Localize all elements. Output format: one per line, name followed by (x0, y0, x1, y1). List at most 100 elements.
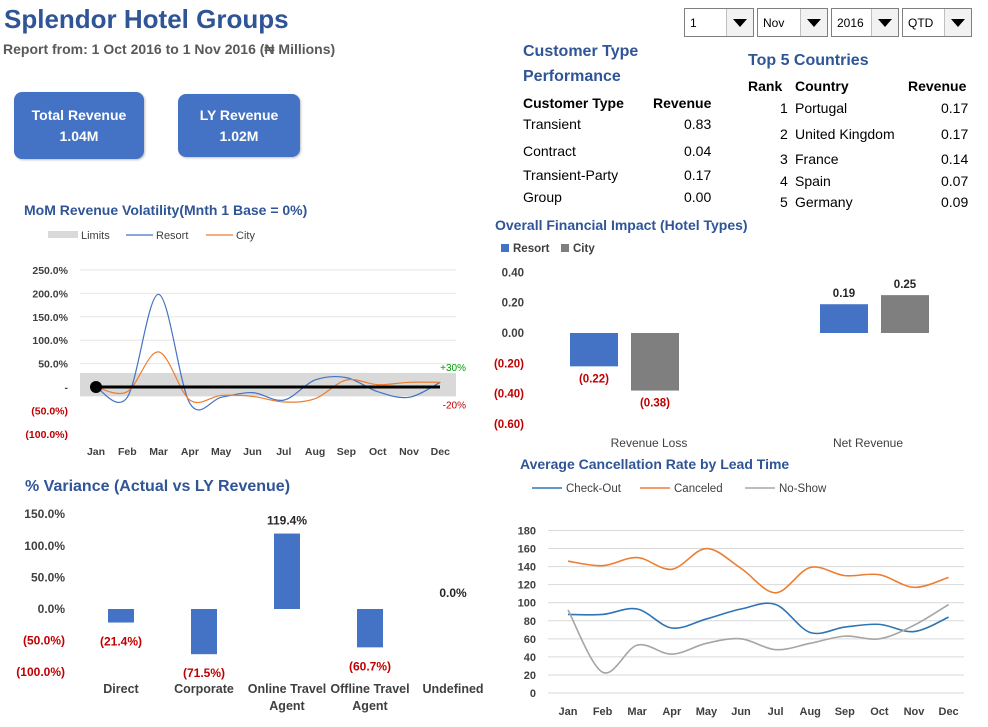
y-tick-label: 80 (524, 616, 536, 628)
y-tick-label: (100.0%) (16, 665, 65, 679)
chevron-down-icon[interactable] (726, 9, 753, 36)
limits-band (80, 372, 456, 397)
customer-type-name: Group (523, 189, 562, 205)
lower-limit-label: -20% (443, 400, 466, 411)
country-revenue: 0.07 (941, 173, 969, 189)
x-tick-label: May (696, 706, 718, 718)
legend-label: City (573, 243, 595, 255)
y-tick-label: (50.0%) (23, 634, 65, 648)
chevron-down-icon[interactable] (871, 9, 898, 36)
legend-resort-swatch (501, 244, 509, 252)
x-category-label: Online Travel (248, 682, 327, 696)
upper-limit-label: +30% (440, 363, 466, 374)
x-tick-label: Jul (276, 446, 291, 458)
x-tick-label: Apr (662, 706, 682, 718)
legend-limits-swatch (48, 231, 78, 238)
rank-col-header: Rank (748, 78, 783, 94)
legend-label: Resort (513, 243, 550, 255)
x-tick-label: Aug (305, 446, 325, 458)
day-select[interactable]: 1 (684, 8, 754, 37)
country-revenue: 0.14 (941, 151, 969, 167)
x-tick-label: Jan (559, 706, 578, 718)
bar-value-label: 0.25 (894, 279, 917, 291)
bar-value-label: 119.4% (267, 514, 307, 528)
bar-value-label: 0.19 (833, 288, 855, 300)
customer-type-title: Customer Type (523, 43, 639, 60)
year-select[interactable]: 2016 (831, 8, 899, 37)
country-name: Spain (795, 173, 831, 189)
y-tick-label: (100.0%) (25, 429, 68, 441)
period-select-value: QTD (908, 16, 934, 30)
legend-label: Check-Out (566, 483, 622, 495)
x-tick-label: Dec (431, 446, 450, 458)
report-period: Report from: 1 Oct 2016 to 1 Nov 2016 (₦… (3, 41, 336, 57)
y-tick-label: (50.0%) (31, 405, 68, 417)
x-category-label: Corporate (174, 682, 234, 696)
y-tick-label: 60 (524, 634, 536, 646)
country-rank: 4 (780, 173, 788, 189)
x-tick-label: Dec (939, 706, 959, 718)
y-tick-label: 200.0% (32, 288, 68, 300)
customer-type-revenue: 0.83 (684, 116, 712, 132)
y-tick-label: 20 (524, 670, 536, 682)
top-countries-title: Top 5 Countries (748, 52, 869, 69)
country-rank: 5 (780, 194, 788, 210)
y-tick-label: 120 (518, 580, 536, 592)
x-category-label: Agent (352, 699, 388, 713)
city-bar (631, 333, 679, 391)
chevron-down-icon[interactable] (800, 9, 827, 36)
cancellation-chart: Average Cancellation Rate by Lead Time Ch… (518, 456, 964, 718)
total-revenue-card: Total Revenue 1.04M (14, 92, 144, 159)
bar-value-label: (71.5%) (183, 666, 225, 680)
x-category-label: Agent (269, 699, 305, 713)
customer-type-title-2: Performance (523, 68, 621, 85)
customer-type-col-header: Customer Type (523, 95, 624, 111)
country-name: Germany (795, 194, 853, 210)
country-rank: 1 (780, 100, 788, 116)
legend-label: No-Show (779, 483, 827, 495)
period-select[interactable]: QTD (902, 8, 972, 37)
x-tick-label: Nov (904, 706, 926, 718)
x-category-label: Revenue Loss (611, 436, 688, 450)
chevron-down-icon[interactable] (944, 9, 971, 36)
x-tick-label: Jul (768, 706, 784, 718)
x-tick-label: Sep (835, 706, 855, 718)
y-tick-label: 100 (518, 598, 536, 610)
bar-value-label: 0.0% (439, 586, 467, 600)
city-bar (881, 295, 929, 333)
country-name: France (795, 151, 839, 167)
customer-type-name: Transient (523, 116, 581, 132)
canceled-series-line (567, 547, 949, 594)
y-tick-label: 150.0% (32, 312, 68, 324)
y-tick-label: 0.40 (502, 267, 524, 279)
x-tick-label: Nov (399, 446, 419, 458)
legend-label: Canceled (674, 483, 723, 495)
financial-impact-chart: Overall Financial Impact (Hotel Types) Re… (494, 217, 929, 450)
variance-bar (357, 609, 383, 648)
bar-value-label: (0.22) (579, 373, 609, 385)
country-rank: 2 (780, 126, 788, 142)
total-revenue-value: 1.04M (59, 127, 99, 144)
x-category-label: Direct (103, 682, 139, 696)
legend-label: Limits (81, 230, 110, 242)
country-revenue: 0.17 (941, 126, 969, 142)
variance-bar (108, 609, 134, 623)
month-select[interactable]: Nov (757, 8, 828, 37)
y-tick-label: 50.0% (38, 359, 68, 371)
legend-label: Resort (156, 230, 188, 242)
x-tick-label: Feb (593, 706, 613, 718)
country-name: United Kingdom (795, 126, 895, 142)
legend-city-swatch (561, 244, 569, 252)
legend-label: City (236, 230, 255, 242)
y-tick-label: 0.20 (502, 298, 524, 310)
country-name: Portugal (795, 100, 848, 116)
ly-revenue-value: 1.02M (219, 127, 259, 144)
y-tick-label: 100.0% (32, 335, 68, 347)
resort-bar (820, 304, 868, 333)
x-tick-label: Feb (118, 446, 137, 458)
country-rank: 3 (780, 151, 788, 167)
x-tick-label: Apr (181, 446, 199, 458)
y-tick-label: - (65, 382, 69, 394)
chart-title: MoM Revenue Volatility(Mnth 1 Base = 0%) (24, 202, 307, 218)
x-tick-label: Sep (337, 446, 356, 458)
